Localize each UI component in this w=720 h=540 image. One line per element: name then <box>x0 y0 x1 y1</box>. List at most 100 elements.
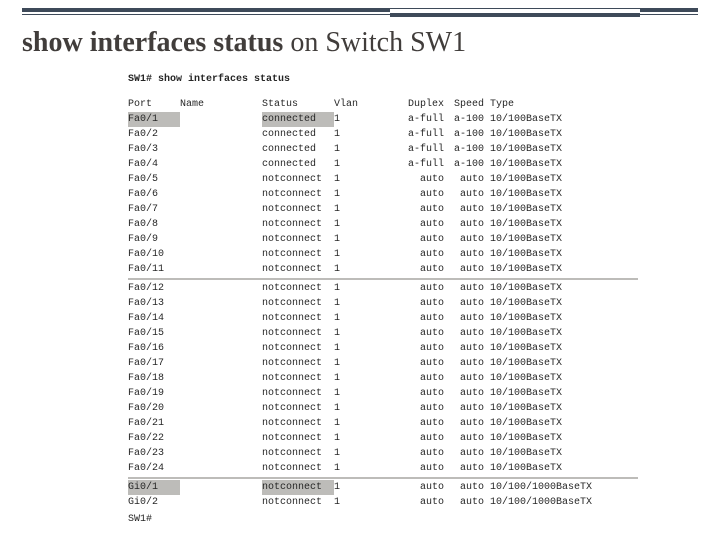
cell-port: Fa0/3 <box>128 142 180 157</box>
cell-duplex: auto <box>386 187 444 202</box>
cell-speed: auto <box>444 495 484 510</box>
cell-speed: auto <box>444 202 484 217</box>
hdr-status: Status <box>262 97 334 112</box>
cell-speed: auto <box>444 232 484 247</box>
cell-vlan: 1 <box>334 202 386 217</box>
cell-status: notconnect <box>262 311 334 326</box>
cell-vlan: 1 <box>334 495 386 510</box>
cell-status: notconnect <box>262 232 334 247</box>
cell-port: Fa0/22 <box>128 431 180 446</box>
cell-duplex: auto <box>386 461 444 476</box>
cell-type: 10/100/1000BaseTX <box>490 480 638 495</box>
cell-speed: auto <box>444 262 484 277</box>
cell-type: 10/100BaseTX <box>490 112 638 127</box>
cell-status: notconnect <box>262 446 334 461</box>
cell-port: Fa0/19 <box>128 386 180 401</box>
cell-type: 10/100BaseTX <box>490 202 638 217</box>
table-row: Fa0/5notconnect1autoauto10/100BaseTX <box>128 172 638 187</box>
cell-status: notconnect <box>262 495 334 510</box>
cell-vlan: 1 <box>334 446 386 461</box>
cell-vlan: 1 <box>334 341 386 356</box>
cell-status: notconnect <box>262 202 334 217</box>
cell-speed: auto <box>444 341 484 356</box>
cell-vlan: 1 <box>334 356 386 371</box>
cell-status: notconnect <box>262 172 334 187</box>
cell-port: Fa0/14 <box>128 311 180 326</box>
cell-status: notconnect <box>262 386 334 401</box>
hdr-type: Type <box>490 97 638 112</box>
cell-port: Gi0/1 <box>128 480 180 495</box>
table-row: Fa0/3connected1a-fulla-10010/100BaseTX <box>128 142 638 157</box>
cell-port: Fa0/20 <box>128 401 180 416</box>
cell-vlan: 1 <box>334 401 386 416</box>
cell-duplex: auto <box>386 495 444 510</box>
table-row: Fa0/13notconnect1autoauto10/100BaseTX <box>128 296 638 311</box>
cell-status: notconnect <box>262 247 334 262</box>
cell-port: Fa0/6 <box>128 187 180 202</box>
cell-status: notconnect <box>262 401 334 416</box>
cell-speed: a-100 <box>444 127 484 142</box>
cell-duplex: auto <box>386 281 444 296</box>
cell-type: 10/100BaseTX <box>490 187 638 202</box>
cell-vlan: 1 <box>334 386 386 401</box>
cell-port: Fa0/5 <box>128 172 180 187</box>
cell-port: Fa0/21 <box>128 416 180 431</box>
cell-type: 10/100BaseTX <box>490 172 638 187</box>
cell-vlan: 1 <box>334 416 386 431</box>
cell-vlan: 1 <box>334 217 386 232</box>
slide-title: show interfaces status on Switch SW1 <box>22 28 466 59</box>
cell-speed: auto <box>444 461 484 476</box>
cell-status: connected <box>262 127 334 142</box>
table-row: Fa0/17notconnect1autoauto10/100BaseTX <box>128 356 638 371</box>
cell-vlan: 1 <box>334 296 386 311</box>
cell-speed: auto <box>444 386 484 401</box>
cell-duplex: auto <box>386 371 444 386</box>
cell-port: Fa0/4 <box>128 157 180 172</box>
cell-duplex: auto <box>386 386 444 401</box>
cell-type: 10/100BaseTX <box>490 281 638 296</box>
cell-speed: auto <box>444 356 484 371</box>
cell-vlan: 1 <box>334 431 386 446</box>
cell-port: Fa0/23 <box>128 446 180 461</box>
table-row: Fa0/24notconnect1autoauto10/100BaseTX <box>128 461 638 476</box>
cell-speed: auto <box>444 416 484 431</box>
cell-type: 10/100BaseTX <box>490 232 638 247</box>
table-row: Fa0/22notconnect1autoauto10/100BaseTX <box>128 431 638 446</box>
cell-port: Fa0/8 <box>128 217 180 232</box>
table-row: Fa0/20notconnect1autoauto10/100BaseTX <box>128 401 638 416</box>
cell-port: Fa0/1 <box>128 112 180 127</box>
cell-duplex: auto <box>386 172 444 187</box>
cell-type: 10/100BaseTX <box>490 356 638 371</box>
cell-speed: auto <box>444 326 484 341</box>
cell-status: notconnect <box>262 416 334 431</box>
table-row: Fa0/15notconnect1autoauto10/100BaseTX <box>128 326 638 341</box>
cell-vlan: 1 <box>334 172 386 187</box>
cli-prompt: SW1# <box>128 512 638 527</box>
cell-type: 10/100BaseTX <box>490 311 638 326</box>
cell-duplex: auto <box>386 446 444 461</box>
cell-port: Fa0/15 <box>128 326 180 341</box>
cell-duplex: auto <box>386 217 444 232</box>
cell-status: notconnect <box>262 262 334 277</box>
cell-duplex: auto <box>386 416 444 431</box>
cell-vlan: 1 <box>334 187 386 202</box>
table-row: Fa0/1connected1a-fulla-10010/100BaseTX <box>128 112 638 127</box>
cell-port: Fa0/7 <box>128 202 180 217</box>
cell-type: 10/100BaseTX <box>490 431 638 446</box>
cell-duplex: auto <box>386 296 444 311</box>
table-row: Fa0/14notconnect1autoauto10/100BaseTX <box>128 311 638 326</box>
table-row: Fa0/2connected1a-fulla-10010/100BaseTX <box>128 127 638 142</box>
terminal-output: SW1# show interfaces status Port Name St… <box>128 72 638 527</box>
cell-speed: auto <box>444 311 484 326</box>
cell-type: 10/100BaseTX <box>490 416 638 431</box>
table-row: Fa0/7notconnect1autoauto10/100BaseTX <box>128 202 638 217</box>
table-row: Fa0/8notconnect1autoauto10/100BaseTX <box>128 217 638 232</box>
cell-duplex: auto <box>386 341 444 356</box>
cell-port: Fa0/18 <box>128 371 180 386</box>
cell-vlan: 1 <box>334 232 386 247</box>
table-row: Fa0/11notconnect1autoauto10/100BaseTX <box>128 262 638 277</box>
cell-speed: a-100 <box>444 157 484 172</box>
cell-type: 10/100BaseTX <box>490 371 638 386</box>
cell-vlan: 1 <box>334 461 386 476</box>
cell-type: 10/100BaseTX <box>490 296 638 311</box>
